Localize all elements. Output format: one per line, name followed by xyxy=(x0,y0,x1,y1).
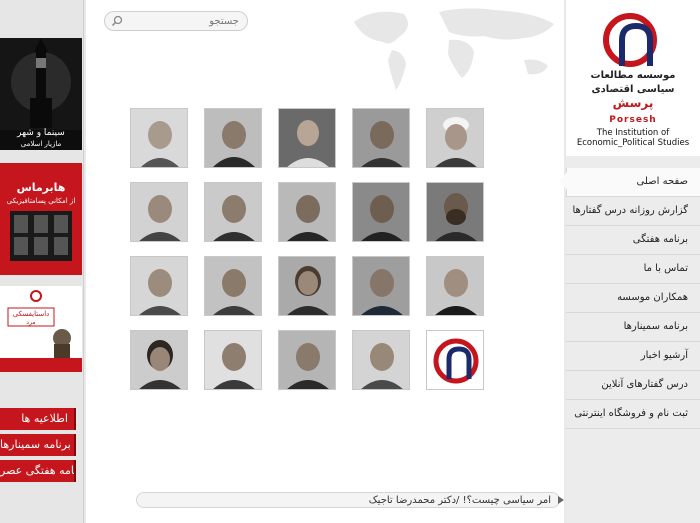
nav-item-online-lectures[interactable]: درس گفتارهای آنلاین xyxy=(566,371,700,400)
banner-dostoevsky[interactable]: داستایفسکی مرد xyxy=(0,286,82,372)
search-icon[interactable] xyxy=(111,15,123,27)
lecturer-photo[interactable] xyxy=(130,182,188,242)
nav-item-contact[interactable]: تماس با ما xyxy=(566,255,700,284)
banner-habermas-title: هابرماس xyxy=(16,181,66,194)
nav-item-home[interactable]: صفحه اصلی xyxy=(566,168,700,197)
banner-habermas[interactable]: هابرماس از امکانی پسامتافیزیکی xyxy=(0,163,82,275)
world-map-graphic xyxy=(354,8,554,90)
nav-item-daily-reports[interactable]: گزارش روزانه درس گفتارها xyxy=(566,197,700,226)
lecturer-photo[interactable] xyxy=(278,108,336,168)
main-nav: صفحه اصلی گزارش روزانه درس گفتارها برنام… xyxy=(566,168,700,429)
news-ticker[interactable]: امر سیاسی چیست؟! /دکتر محمدرضا تاجیک xyxy=(136,492,560,508)
lecturer-photo[interactable] xyxy=(426,182,484,242)
banner-habermas-subtitle: از امکانی پسامتافیزیکی xyxy=(6,197,76,205)
left-banner-column: سینما و شهر مازیار اسلامی هابرماس از امک… xyxy=(0,0,84,523)
banner-cinema-title: سینما و شهر xyxy=(17,128,65,138)
lecturer-photo[interactable] xyxy=(278,330,336,390)
lecturer-photo-grid xyxy=(130,108,490,398)
right-sidebar: موسسه مطالعات سیاسی اقتصادی پرسش Porsesh… xyxy=(559,0,700,523)
search-box xyxy=(104,11,248,31)
lecturer-photo[interactable] xyxy=(352,256,410,316)
lecturer-photo[interactable] xyxy=(278,182,336,242)
lecturer-photo[interactable] xyxy=(278,256,336,316)
porsesh-logo-tile[interactable] xyxy=(426,330,484,390)
porsesh-logo-icon xyxy=(603,13,657,67)
banner-cinema-subtitle: مازیار اسلامی xyxy=(20,140,62,148)
lecturer-photo[interactable] xyxy=(352,330,410,390)
lecturer-photo[interactable] xyxy=(204,330,262,390)
lecturer-photo[interactable] xyxy=(426,256,484,316)
lecturer-photo[interactable] xyxy=(130,256,188,316)
porsesh-logo-icon xyxy=(427,331,483,389)
banner-dostoevsky-title: داستایفسکی xyxy=(12,310,50,318)
institute-logo[interactable]: موسسه مطالعات سیاسی اقتصادی پرسش Porsesh… xyxy=(566,0,700,156)
weekly-schedule-button[interactable]: برنامه هفتگی عصر xyxy=(0,460,76,482)
logo-en-name: Porsesh xyxy=(609,115,657,125)
banner-dostoevsky-subtitle: مرد xyxy=(26,319,36,326)
lecturer-photo[interactable] xyxy=(130,108,188,168)
logo-fa-line3: پرسش xyxy=(612,96,654,110)
nav-item-news-archive[interactable]: آرشیو اخبار xyxy=(566,342,700,371)
ticker-arrow-icon xyxy=(558,496,564,504)
nav-active-pointer xyxy=(559,172,567,190)
logo-fa-line2: سیاسی اقتصادی xyxy=(591,84,675,95)
search-input[interactable] xyxy=(123,12,239,30)
lecturer-photo[interactable] xyxy=(352,108,410,168)
lecturer-photo[interactable] xyxy=(352,182,410,242)
nav-item-colleagues[interactable]: همکاران موسسه xyxy=(566,284,700,313)
logo-en-line2: Economic_Political Studies xyxy=(576,138,690,148)
banner-habermas-art xyxy=(0,163,82,275)
lecturer-photo[interactable] xyxy=(204,256,262,316)
lecturer-photo[interactable] xyxy=(204,108,262,168)
lecturer-photo[interactable] xyxy=(204,182,262,242)
logo-fa-line1: موسسه مطالعات xyxy=(590,70,676,81)
lecturer-photo[interactable] xyxy=(130,330,188,390)
lecturer-photo[interactable] xyxy=(426,108,484,168)
nav-item-weekly-program[interactable]: برنامه هفتگی xyxy=(566,226,700,255)
logo-en-line1: The Institution of xyxy=(596,128,670,138)
banner-cinema-city[interactable]: سینما و شهر مازیار اسلامی xyxy=(0,38,82,150)
announcements-button[interactable]: اطلاعیه ها xyxy=(0,408,76,430)
main-content: امر سیاسی چیست؟! /دکتر محمدرضا تاجیک xyxy=(86,0,564,523)
seminar-schedule-button[interactable]: برنامه سمینارها xyxy=(0,434,76,456)
nav-item-registration-shop[interactable]: ثبت نام و فروشگاه اینترنتی xyxy=(566,400,700,429)
nav-item-seminars[interactable]: برنامه سمینارها xyxy=(566,313,700,342)
